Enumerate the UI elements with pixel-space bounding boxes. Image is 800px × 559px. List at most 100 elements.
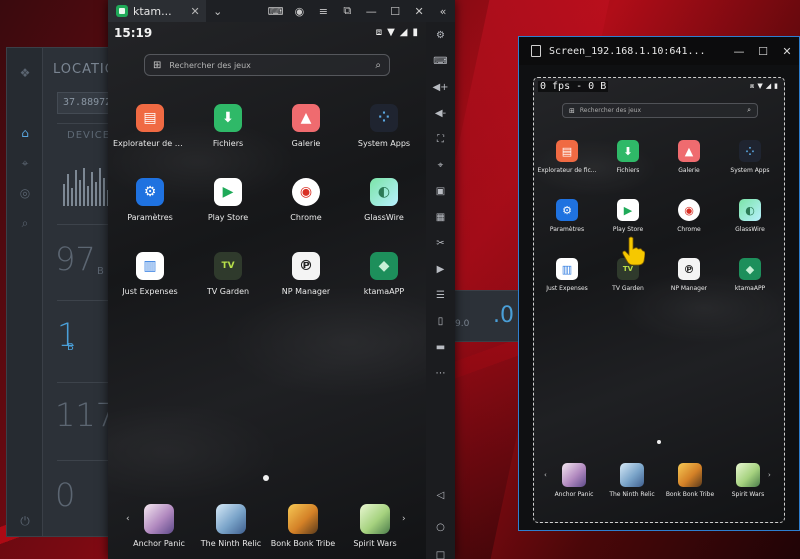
folder-icon[interactable]: ▬ xyxy=(433,340,448,355)
dock-label: Bonk Bonk Tribe xyxy=(665,491,715,498)
chevron-right-icon[interactable]: › xyxy=(402,514,406,524)
app-system-apps[interactable]: ⁘ System Apps xyxy=(348,104,420,162)
popout-icon[interactable]: ⧉ xyxy=(335,0,359,22)
dock-label: Anchor Panic xyxy=(554,491,594,498)
game-spirit-wars[interactable]: Spirit Wars xyxy=(340,504,410,548)
home-icon[interactable]: ○ xyxy=(433,520,448,535)
game-ninth-relic[interactable]: The Ninth Relic xyxy=(196,504,266,548)
gamepad-icon[interactable]: ⌨ xyxy=(264,0,288,22)
app-just-expenses[interactable]: ▥ Just Expenses xyxy=(114,252,186,310)
game-icon xyxy=(144,504,174,534)
search-icon[interactable]: ⌕ xyxy=(375,60,381,71)
coordinate-field[interactable]: 37.88972 xyxy=(57,92,112,114)
app-fichiers[interactable]: ⬇ Fichiers xyxy=(192,104,264,162)
app-ktamaapp[interactable]: ◆ ktamaAPP xyxy=(721,258,779,304)
game-icon xyxy=(736,463,760,487)
mirrored-search-input[interactable] xyxy=(579,107,748,114)
game-icon xyxy=(216,504,246,534)
page-indicator xyxy=(657,440,661,444)
game-anchor-panic[interactable]: Anchor Panic xyxy=(124,504,194,548)
app-explorateur[interactable]: ▤ Explorateur de fic... xyxy=(113,104,187,162)
play-store-icon: ▶ xyxy=(214,178,242,206)
fullscreen-icon[interactable]: ⛶ xyxy=(433,132,448,147)
game-ninth-relic[interactable]: The Ninth Relic xyxy=(604,463,660,498)
app-just-expenses[interactable]: ▥ Just Expenses xyxy=(538,258,596,304)
glasswire-icon: ◐ xyxy=(370,178,398,206)
app-tv-garden[interactable]: TV TV Garden xyxy=(192,252,264,310)
minimize-icon[interactable]: — xyxy=(359,0,383,22)
app-np-manager[interactable]: ℗ NP Manager xyxy=(660,258,718,304)
search-icon[interactable]: ⌕ xyxy=(747,106,751,115)
search-icon[interactable]: ⌕ xyxy=(18,216,32,230)
game-bonk-bonk-tribe[interactable]: Bonk Bonk Tribe xyxy=(268,504,338,548)
app-play-store[interactable]: ▶ Play Store xyxy=(192,178,264,236)
game-spirit-wars[interactable]: Spirit Wars xyxy=(720,463,776,498)
app-np-manager[interactable]: ℗ NP Manager xyxy=(270,252,342,310)
chevron-down-icon[interactable]: ⌄ xyxy=(206,0,230,22)
menu-icon[interactable]: ≡ xyxy=(311,0,335,22)
volume-down-icon[interactable]: ◀- xyxy=(433,106,448,121)
app-chrome[interactable]: ◉ Chrome xyxy=(660,199,718,245)
home-icon[interactable]: ⌂ xyxy=(18,126,32,140)
settings-icon[interactable]: ⚙ xyxy=(433,28,448,43)
minimize-icon[interactable]: — xyxy=(727,45,751,58)
emulator-toolbar: ⚙ ⌨ ◀+ ◀- ⛶ ⌖ ▣ ▦ ✂ ▶ ☰ ▯ ▬ ⋯ ◁ ○ □ xyxy=(426,22,455,559)
chevron-right-icon[interactable]: › xyxy=(768,471,771,479)
app-glasswire[interactable]: ◐ GlassWire xyxy=(348,178,420,236)
mirrored-app-grid: ▤ Explorateur de fic... ⬇ Fichiers ▲ Gal… xyxy=(537,140,782,304)
cut-icon[interactable]: ✂ xyxy=(433,236,448,251)
emulator-window[interactable]: ktam... ✕ ⌄ ⌨ ◉ ≡ ⧉ — ☐ ✕ « 15:19 ⧈ ▼ ◢ … xyxy=(108,0,455,559)
install-apk-icon[interactable]: ▣ xyxy=(433,184,448,199)
recents-icon[interactable]: □ xyxy=(433,548,448,559)
maximize-icon[interactable]: ☐ xyxy=(751,45,775,58)
power-icon[interactable]: ⏻ xyxy=(18,514,32,528)
stat-value: 0 xyxy=(55,476,76,514)
close-icon[interactable]: ✕ xyxy=(775,45,799,58)
tab-close-icon[interactable]: ✕ xyxy=(191,5,200,18)
app-parametres[interactable]: ⚙ Paramètres xyxy=(538,199,596,245)
game-search-input[interactable] xyxy=(169,60,376,70)
game-anchor-panic[interactable]: Anchor Panic xyxy=(546,463,602,498)
close-icon[interactable]: ✕ xyxy=(407,0,431,22)
divider xyxy=(57,460,112,461)
mirrored-search-bar[interactable]: ⊞ ⌕ xyxy=(562,103,758,118)
app-fichiers[interactable]: ⬇ Fichiers xyxy=(599,140,657,186)
record-icon[interactable]: ▶ xyxy=(433,262,448,277)
app-glasswire[interactable]: ◐ GlassWire xyxy=(721,199,779,245)
android-screen[interactable]: 15:19 ⧈ ▼ ◢ ▮ ⊞ ⌕ ▤ Explorateur de fic..… xyxy=(108,22,426,559)
app-system-apps[interactable]: ⁘ System Apps xyxy=(721,140,779,186)
emulator-titlebar[interactable]: ktam... ✕ ⌄ ⌨ ◉ ≡ ⧉ — ☐ ✕ « xyxy=(108,0,455,22)
mirror-titlebar[interactable]: Screen_192.168.1.10:641... — ☐ ✕ xyxy=(519,37,799,65)
more-icon[interactable]: ⋯ xyxy=(433,366,448,381)
account-icon[interactable]: ◉ xyxy=(287,0,311,22)
location-icon[interactable]: ⌖ xyxy=(18,156,32,170)
mirrored-android-screen[interactable]: 0 fps - 0 B ⧈ ▼ ◢ ▮ ⊞ ⌕ ▤ Explorateur de… xyxy=(533,77,785,523)
background-app-window[interactable]: ❖ ⌂ ⌖ ◎ ⌕ ⏻ LOCATIO 37.88972 DEVICE 97 B… xyxy=(6,47,116,537)
app-chrome[interactable]: ◉ Chrome xyxy=(270,178,342,236)
macro-icon[interactable]: ☰ xyxy=(433,288,448,303)
glasswire-icon: ◐ xyxy=(739,199,761,221)
location-icon[interactable]: ⌖ xyxy=(433,158,448,173)
back-icon[interactable]: ◁ xyxy=(433,488,448,503)
dock-label: Bonk Bonk Tribe xyxy=(270,539,336,548)
divider xyxy=(57,123,112,124)
app-ktamaapp[interactable]: ◆ ktamaAPP xyxy=(348,252,420,310)
app-parametres[interactable]: ⚙ Paramètres xyxy=(114,178,186,236)
collapse-sidebar-icon[interactable]: « xyxy=(431,0,455,22)
shake-icon[interactable]: ▯ xyxy=(433,314,448,329)
screenshot-icon[interactable]: ▦ xyxy=(433,210,448,225)
android-icon: ◆ xyxy=(739,258,761,280)
volume-up-icon[interactable]: ◀+ xyxy=(432,80,448,95)
signal-icon[interactable]: ◎ xyxy=(18,186,32,200)
emulator-tab[interactable]: ktam... ✕ xyxy=(108,0,206,22)
app-galerie[interactable]: ▲ Galerie xyxy=(270,104,342,162)
maximize-icon[interactable]: ☐ xyxy=(383,0,407,22)
screen-mirror-window[interactable]: Screen_192.168.1.10:641... — ☐ ✕ 0 fps -… xyxy=(518,36,800,531)
app-label: Paramètres xyxy=(549,226,585,233)
app-label: Chrome xyxy=(677,226,701,233)
keyboard-icon[interactable]: ⌨ xyxy=(433,54,448,69)
game-bonk-bonk-tribe[interactable]: Bonk Bonk Tribe xyxy=(662,463,718,498)
game-search-bar[interactable]: ⊞ ⌕ xyxy=(144,54,390,76)
app-explorateur[interactable]: ▤ Explorateur de fic... xyxy=(537,140,597,186)
app-galerie[interactable]: ▲ Galerie xyxy=(660,140,718,186)
